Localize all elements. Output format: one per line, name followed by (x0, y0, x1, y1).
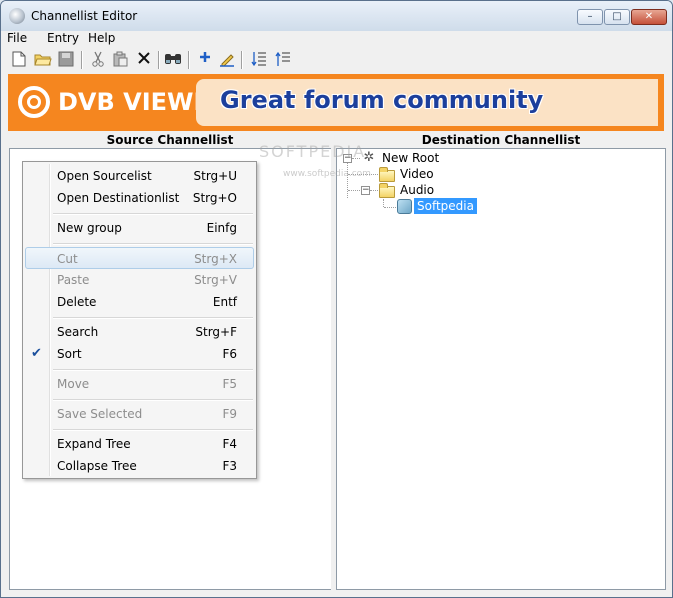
menu-item-cut[interactable]: Cut Strg+X (25, 247, 254, 269)
menu-separator (53, 243, 253, 245)
maximize-button[interactable]: □ (604, 9, 630, 25)
menu-item-sort[interactable]: ✔ Sort F6 (25, 343, 254, 365)
menu-item-shortcut: Einfg (206, 221, 237, 235)
destination-tree: − ✲ New Root Video − Audio Softpedia (337, 149, 665, 589)
menu-item-new-group[interactable]: New group Einfg (25, 217, 254, 239)
search-icon[interactable] (164, 51, 182, 69)
menu-separator (53, 317, 253, 319)
menu-item-label: Open Destinationlist (57, 191, 180, 205)
new-icon[interactable] (10, 51, 28, 69)
menu-item-delete[interactable]: Delete Entf (25, 291, 254, 313)
menu-file[interactable]: File (7, 31, 27, 48)
save-icon[interactable] (57, 51, 75, 69)
watermark: SOFTPEDIA (259, 142, 367, 161)
menu-item-label: Expand Tree (57, 437, 131, 451)
title-bar[interactable]: Channellist Editor – □ ✕ (1, 1, 672, 32)
menu-item-shortcut: F4 (222, 437, 237, 451)
maximize-icon: □ (612, 11, 622, 22)
edit-icon[interactable] (218, 51, 236, 69)
menu-item-shortcut: Strg+U (193, 169, 238, 183)
open-icon[interactable] (34, 51, 52, 69)
tree-line (383, 199, 384, 207)
menu-item-label: Collapse Tree (57, 459, 137, 473)
menu-item-expand-tree[interactable]: Expand Tree F4 (25, 433, 254, 455)
menu-item-shortcut: Strg+V (194, 273, 237, 287)
menu-item-label: Paste (57, 273, 90, 287)
tree-node-root[interactable]: New Root (382, 150, 439, 166)
menu-item-shortcut: Strg+F (195, 325, 237, 339)
menu-item-collapse-tree[interactable]: Collapse Tree F3 (25, 455, 254, 477)
paste-icon[interactable] (111, 51, 129, 69)
menu-item-shortcut: F6 (222, 347, 237, 361)
toolbar-separator (188, 51, 190, 69)
banner-slogan: Great forum community (220, 86, 544, 114)
window-title: Channellist Editor (31, 9, 138, 23)
menu-item-label: Sort (57, 347, 82, 361)
destination-channellist[interactable]: − ✲ New Root Video − Audio Softpedia (336, 148, 666, 590)
menu-separator (53, 369, 253, 371)
toolbar (1, 48, 672, 72)
add-icon[interactable] (196, 51, 214, 69)
menu-item-label: Move (57, 377, 90, 391)
menu-gutter (49, 164, 51, 476)
minimize-icon: – (587, 11, 593, 22)
menu-item-shortcut: F5 (222, 377, 237, 391)
menu-item-open-sourcelist[interactable]: Open Sourcelist Strg+U (25, 165, 254, 187)
context-menu: Open Sourcelist Strg+U Open Destinationl… (22, 161, 257, 479)
menu-separator (53, 399, 253, 401)
tree-line (384, 207, 396, 208)
tree-line (370, 190, 378, 191)
menu-separator (53, 429, 253, 431)
channel-icon (397, 199, 412, 214)
close-button[interactable]: ✕ (631, 9, 667, 25)
menu-item-label: Search (57, 325, 99, 339)
menu-item-shortcut: F3 (222, 459, 237, 473)
dvbviewer-logo-icon (18, 86, 50, 118)
toolbar-separator (81, 51, 83, 69)
minimize-button[interactable]: – (577, 9, 603, 25)
menu-separator (53, 213, 253, 215)
menu-item-paste[interactable]: Paste Strg+V (25, 269, 254, 291)
toolbar-separator (241, 51, 243, 69)
menu-bar: File Entry Help (1, 31, 672, 48)
tree-node-video[interactable]: Video (400, 166, 434, 182)
tree-node-softpedia[interactable]: Softpedia (414, 198, 477, 214)
menu-item-label: Delete (57, 295, 97, 309)
menu-help[interactable]: Help (88, 31, 115, 48)
menu-item-shortcut: Strg+X (194, 252, 237, 266)
menu-entry[interactable]: Entry (47, 31, 79, 48)
banner-slogan-panel: Great forum community (196, 79, 658, 126)
close-icon: ✕ (644, 11, 654, 22)
menu-item-label: Save Selected (57, 407, 143, 421)
menu-item-shortcut: F9 (222, 407, 237, 421)
tree-node-audio[interactable]: Audio (400, 182, 434, 198)
menu-item-save-selected[interactable]: Save Selected F9 (25, 403, 254, 425)
app-window: Channellist Editor – □ ✕ File Entry Help (0, 0, 673, 598)
expand-tree-icon[interactable] (250, 51, 268, 69)
app-icon[interactable] (9, 8, 25, 24)
tree-line (348, 190, 360, 191)
menu-item-move[interactable]: Move F5 (25, 373, 254, 395)
menu-item-label: Open Sourcelist (57, 169, 152, 183)
checkmark-icon: ✔ (31, 346, 42, 361)
watermark-url: www.softpedia.com (283, 169, 371, 179)
audio-collapse-toggle[interactable]: − (361, 186, 370, 195)
dvbviewer-banner[interactable]: DVB VIEWER Great forum community (8, 74, 664, 131)
delete-icon[interactable] (135, 51, 153, 69)
destination-panel-title: Destination Channellist (336, 133, 666, 148)
cut-icon[interactable] (89, 51, 107, 69)
menu-item-shortcut: Entf (212, 295, 237, 309)
folder-icon (379, 183, 395, 198)
menu-item-search[interactable]: Search Strg+F (25, 321, 254, 343)
folder-icon (379, 167, 395, 182)
toolbar-separator (158, 51, 160, 69)
menu-item-shortcut: Strg+O (192, 191, 237, 205)
menu-item-label: New group (57, 221, 122, 235)
collapse-tree-icon[interactable] (274, 51, 292, 69)
menu-item-label: Cut (57, 252, 78, 266)
menu-item-open-destinationlist[interactable]: Open Destinationlist Strg+O (25, 187, 254, 209)
